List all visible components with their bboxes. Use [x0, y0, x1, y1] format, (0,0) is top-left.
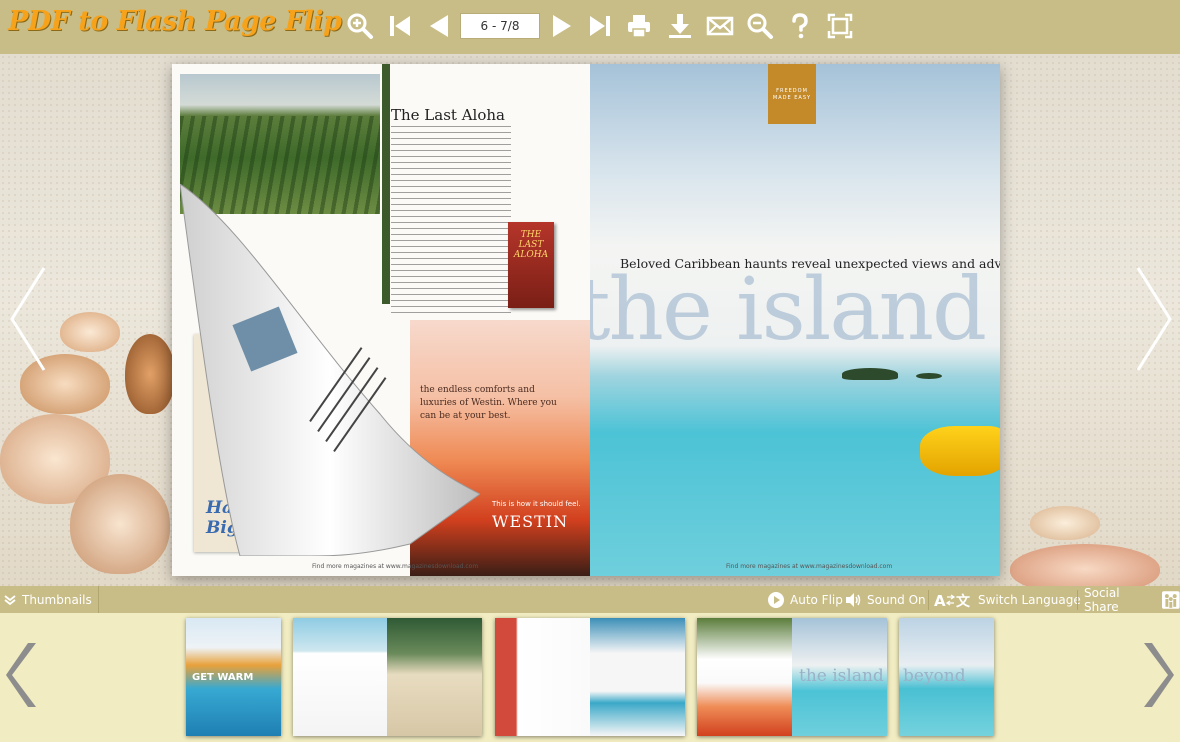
page-number-input[interactable] [460, 13, 540, 39]
thumbnails-toggle[interactable]: Thumbnails [4, 586, 99, 613]
book-cover-image: THE LAST ALOHA [508, 222, 554, 308]
thumbnail-pages-6-7[interactable]: the island [697, 618, 887, 736]
last-page-button[interactable] [584, 9, 616, 43]
svg-text:A: A [934, 592, 946, 609]
help-button[interactable] [784, 9, 816, 43]
people-share-icon [1162, 590, 1180, 609]
previous-page-icon [430, 15, 448, 37]
book-cover-title: THE LAST ALOHA [513, 230, 549, 260]
thumbnail-left [697, 618, 792, 736]
thumbnail-right [590, 618, 685, 736]
fullscreen-icon [827, 13, 853, 39]
thumbnail-page-1[interactable]: GET WARM [186, 618, 281, 736]
switch-language-label: Switch Language [978, 592, 1081, 607]
sound-toggle[interactable]: Sound On [845, 586, 926, 613]
last-page-icon [590, 16, 610, 36]
flipbook[interactable]: The Last Aloha THE LAST ALOHA the endles… [172, 64, 1000, 576]
double-chevron-down-icon [4, 594, 16, 605]
left-page-footer: Find more magazines at www.magazinesdown… [312, 563, 479, 570]
speaker-icon [846, 592, 861, 607]
first-page-button[interactable] [384, 9, 416, 43]
social-share-label: Social Share [1084, 585, 1120, 614]
seashell-decoration [60, 312, 120, 352]
seashell-decoration [125, 334, 175, 414]
thumbnails-next-arrow[interactable] [1136, 635, 1176, 715]
thumbnail-label: the island [799, 666, 884, 686]
island-shape-small [916, 373, 942, 379]
feature-tagline: Beloved Caribbean haunts reveal unexpect… [620, 256, 1000, 271]
previous-page-button[interactable] [423, 9, 455, 43]
auto-flip-button[interactable]: Auto Flip [768, 586, 843, 613]
freedom-emblem: FREEDOM MADE EASY [768, 64, 816, 124]
next-page-button[interactable] [546, 9, 578, 43]
bottom-control-bar: Thumbnails Auto Flip Sound On A文 Switch … [0, 585, 1180, 614]
social-share-button[interactable]: Social Share [1084, 585, 1180, 614]
seashell-decoration [1030, 506, 1100, 540]
thumbnails-previous-arrow[interactable] [4, 635, 44, 715]
article-title: The Last Aloha [391, 106, 505, 124]
language-icon: A文 [934, 592, 971, 609]
thumbnail-right [387, 618, 482, 736]
print-button[interactable] [623, 9, 655, 43]
next-page-icon [553, 15, 571, 37]
previous-page-arrow[interactable] [6, 264, 50, 374]
auto-flip-label: Auto Flip [790, 592, 843, 607]
book-stage: The Last Aloha THE LAST ALOHA the endles… [0, 54, 1180, 586]
search-button[interactable] [744, 9, 776, 43]
zoom-in-icon [347, 13, 373, 39]
thumbnail-left [495, 618, 590, 736]
email-button[interactable] [704, 9, 736, 43]
seashell-decoration [70, 474, 170, 574]
thumbnail-label: beyond [903, 666, 966, 686]
seashell-decoration [1010, 544, 1160, 586]
thumbnail-page-8[interactable]: beyond [899, 618, 994, 736]
sound-label: Sound On [867, 592, 926, 607]
control-separator [928, 590, 929, 610]
top-toolbar: PDF to Flash Page Flip [0, 0, 1180, 54]
first-page-icon [390, 16, 410, 36]
email-icon [706, 16, 734, 36]
right-page-footer: Find more magazines at www.magazinesdown… [726, 563, 893, 570]
next-page-arrow[interactable] [1132, 264, 1176, 374]
print-icon [628, 15, 650, 38]
thumbnail-left [293, 618, 387, 736]
thumbnail-pages-2-3[interactable] [293, 618, 482, 736]
thumbnail-pages-4-5[interactable] [495, 618, 685, 736]
control-separator [1077, 590, 1078, 610]
thumbnail-strip: GET WARM the island beyond [0, 613, 1180, 742]
feature-title: the island [590, 260, 987, 360]
westin-logo: WESTIN [492, 512, 569, 531]
svg-text:文: 文 [956, 593, 971, 609]
app-logo: PDF to Flash Page Flip [8, 6, 342, 37]
left-page[interactable]: The Last Aloha THE LAST ALOHA the endles… [172, 64, 590, 576]
page-curl[interactable] [180, 184, 480, 556]
download-icon [669, 14, 691, 38]
yellow-raft [920, 426, 1000, 476]
download-button[interactable] [664, 9, 696, 43]
thumbnails-label: Thumbnails [22, 592, 92, 607]
zoom-in-button[interactable] [344, 9, 376, 43]
search-icon [747, 13, 773, 39]
play-icon [768, 591, 784, 608]
thumbnail-label: GET WARM [192, 672, 254, 683]
fullscreen-button[interactable] [824, 9, 856, 43]
help-icon [792, 13, 808, 39]
island-shape [842, 368, 898, 380]
right-page[interactable]: FREEDOM MADE EASY the island Beloved Car… [590, 64, 1000, 576]
westin-tagline: This is how it should feel. [492, 500, 581, 508]
switch-language-button[interactable]: A文 Switch Language [934, 586, 1081, 613]
